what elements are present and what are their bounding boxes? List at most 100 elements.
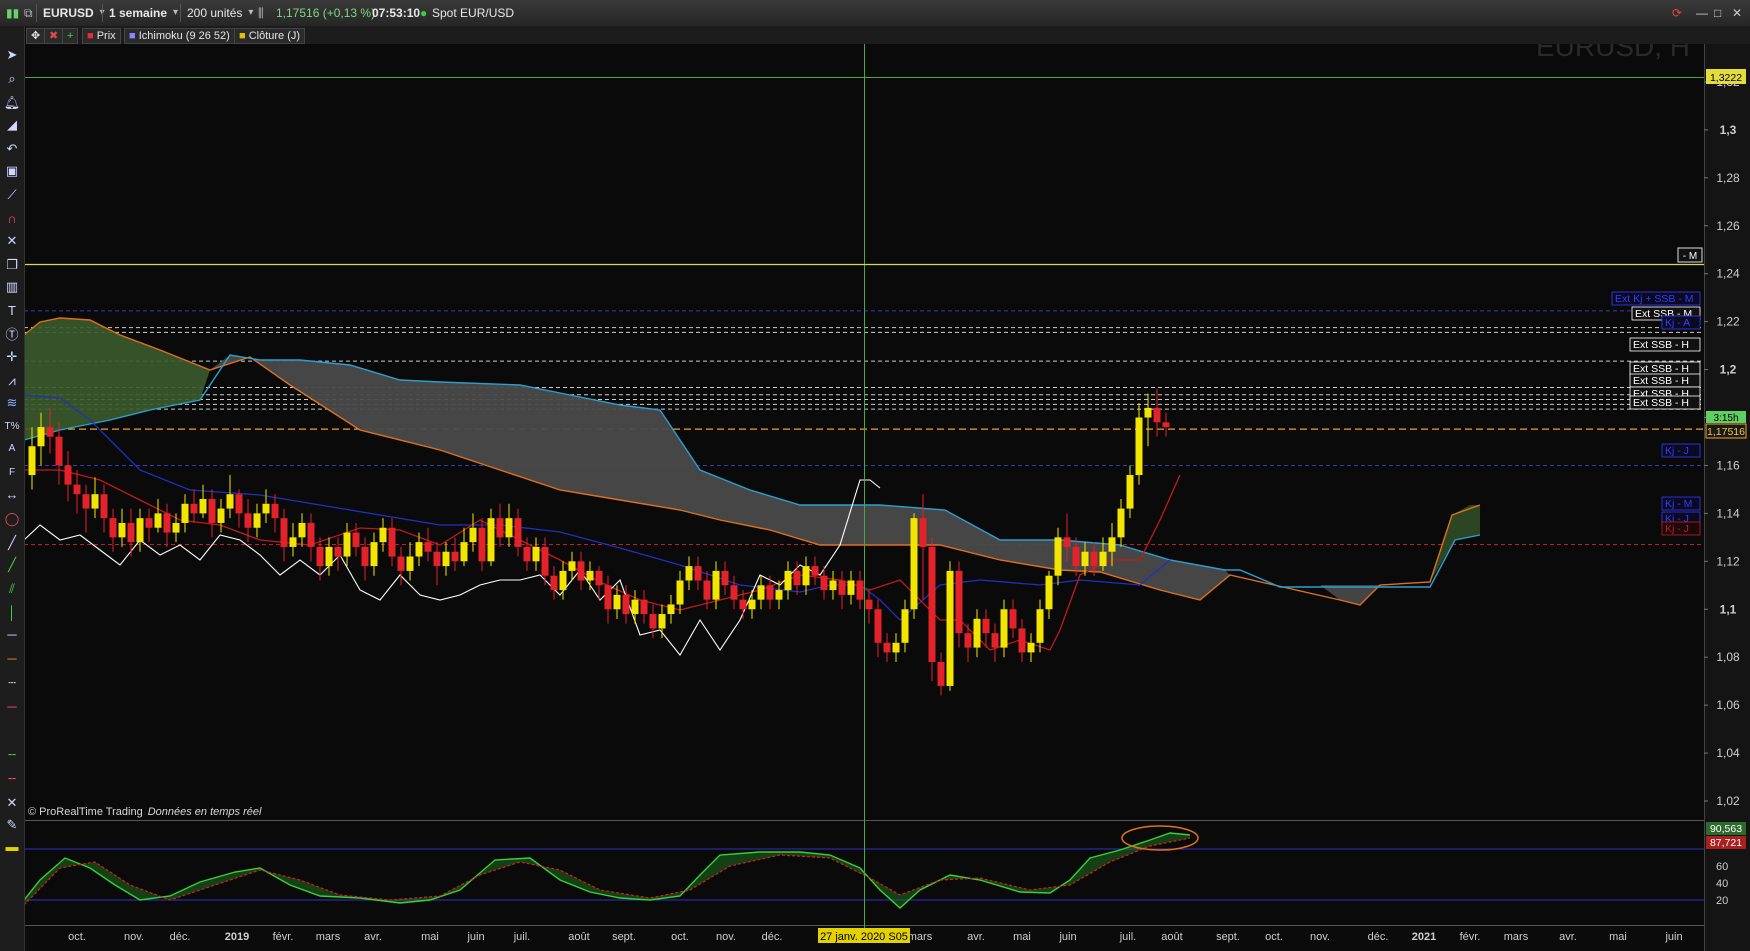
period-select[interactable]: 1 semaine (102, 4, 181, 22)
candle-body (991, 633, 999, 648)
red-line-icon[interactable]: ─ (3, 698, 21, 716)
pan-icon[interactable]: ✥ (26, 28, 46, 44)
fan-icon[interactable]: F (3, 464, 21, 482)
pen-icon[interactable]: ✎ (3, 816, 21, 834)
candle-body (1153, 407, 1161, 423)
wave-icon[interactable]: ⩘ (3, 372, 21, 390)
trash-icon[interactable]: ▥ (3, 278, 21, 296)
lock-icon[interactable]: ▣ (3, 162, 21, 180)
font-icon[interactable]: A (3, 440, 21, 458)
ruler-icon[interactable]: ⟋ (3, 186, 21, 204)
osc-tick-label: 40 (1716, 878, 1728, 890)
segment-icon[interactable]: ↔ (3, 486, 21, 504)
candle-body (1117, 508, 1125, 538)
timer-value: 3:15h (1713, 413, 1738, 424)
maximize-icon[interactable]: □ (1714, 4, 1721, 22)
x-tick-label: juil. (513, 931, 531, 943)
copy-icon[interactable]: ❐ (3, 256, 21, 274)
y-tick-label: 1,26 (1716, 219, 1740, 233)
tools-icon[interactable]: ✕ (3, 232, 21, 250)
candle-body (1099, 551, 1107, 567)
units-select[interactable]: 200 unités (180, 4, 256, 22)
candle-body (271, 503, 279, 519)
candle-body (289, 537, 297, 547)
candle-body (1009, 609, 1017, 629)
candle-body (1108, 537, 1116, 552)
candle-body (433, 551, 441, 567)
candle-body (730, 585, 738, 600)
status-dot-icon: ● (420, 6, 428, 20)
osc-red-icon[interactable]: ╌ (3, 770, 21, 788)
move-icon[interactable]: ✛ (3, 348, 21, 366)
add-icon[interactable]: + (62, 28, 79, 44)
candle-body (379, 527, 387, 543)
candle-body (541, 546, 549, 576)
percent-icon[interactable]: T% (3, 418, 21, 436)
ichimoku-chip[interactable]: ■ Ichimoku (9 26 52) (124, 28, 235, 44)
text-tool-icon[interactable]: T (3, 302, 21, 320)
top-line-value: 1,3222 (1710, 72, 1742, 84)
orange-line-icon[interactable]: ─ (3, 650, 21, 668)
zoom-icon[interactable]: ⌕ (3, 70, 21, 88)
candle-body (307, 522, 315, 547)
refresh-icon[interactable]: ⟳ (1672, 4, 1682, 22)
price-axis[interactable] (1704, 26, 1750, 951)
delete-icon[interactable]: ✖ (44, 28, 64, 44)
highlight-icon[interactable]: ▬ (3, 838, 21, 856)
text-circle-icon[interactable]: Ⓣ (3, 326, 21, 344)
x-tick-label: juin (1058, 931, 1076, 943)
candle-body (748, 599, 756, 610)
x-tick-label: oct. (1265, 931, 1283, 943)
candle-icon[interactable]: ⫼ (258, 4, 264, 22)
price-indicator-chip[interactable]: ■ Prix (82, 28, 121, 44)
candle-body (280, 518, 288, 547)
candle-body (1135, 417, 1143, 476)
y-tick-label: 1,28 (1716, 171, 1740, 185)
vertical-line-icon[interactable]: │ (3, 604, 21, 622)
alert-bell-icon[interactable]: 🔔︎ (3, 94, 21, 112)
dashed-line-icon[interactable]: ┄ (3, 674, 21, 692)
candle-body (361, 546, 369, 567)
close-indicator-chip[interactable]: ■ Clôture (J) (234, 28, 306, 44)
magnet-icon[interactable]: ∩ (3, 210, 21, 228)
undo-icon[interactable]: ↶ (3, 140, 21, 158)
candle-body (226, 494, 234, 509)
candle-body (523, 546, 531, 562)
x-tick-label: mars (316, 931, 341, 943)
level-tag-label: Ext SSB - H (1633, 375, 1689, 387)
price-chart[interactable]: EURUSD, H 1,341,321,31,281,261,241,221,2… (0, 0, 1750, 951)
minimize-icon[interactable]: — (1696, 4, 1708, 22)
symbol-select[interactable]: EURUSD (36, 4, 108, 22)
channel-icon[interactable]: ⫽ (3, 580, 21, 598)
candle-body (208, 498, 216, 523)
x-tick-label: avr. (364, 931, 382, 943)
candle-body (316, 546, 324, 567)
candle-body (883, 642, 891, 653)
line-tool-icon[interactable]: ╱ (3, 534, 21, 552)
candle-body (118, 522, 126, 538)
horizontal-line-icon[interactable]: ─ (3, 626, 21, 644)
sound-icon[interactable]: ◢ (3, 116, 21, 134)
close-icon[interactable]: ✕ (1732, 4, 1742, 22)
x-tick-label: févr. (273, 931, 294, 943)
candle-body (190, 503, 198, 514)
candle-body (577, 561, 585, 581)
x-tick-label: nov. (1310, 931, 1330, 943)
fibonacci-icon[interactable]: ≋ (3, 394, 21, 412)
cursor-tool-icon[interactable]: ➤ (3, 46, 21, 64)
indicator-bar: ✥ ✖ + ■ Prix ■ Ichimoku (9 26 52) ■ Clôt… (26, 26, 1750, 44)
y-tick-label: 1,12 (1716, 554, 1740, 568)
cursor-date: 27 janv. 2020 S05 (820, 931, 908, 943)
bar-chart-icon[interactable]: ▮▮ (6, 4, 19, 22)
candle-body (415, 542, 423, 557)
osc-line-icon[interactable]: ╌ (3, 746, 21, 764)
osc-cross-icon[interactable]: ✕ (3, 794, 21, 812)
candle-body (928, 546, 936, 662)
candle-body (163, 513, 171, 533)
trend-line-icon[interactable]: ╱ (3, 556, 21, 574)
candle-body (109, 518, 117, 538)
candle-body (1000, 609, 1008, 648)
candle-body (649, 614, 657, 629)
chart-type-icon[interactable]: ⧉ (24, 4, 33, 22)
ellipse-icon[interactable]: ◯ (3, 510, 21, 528)
